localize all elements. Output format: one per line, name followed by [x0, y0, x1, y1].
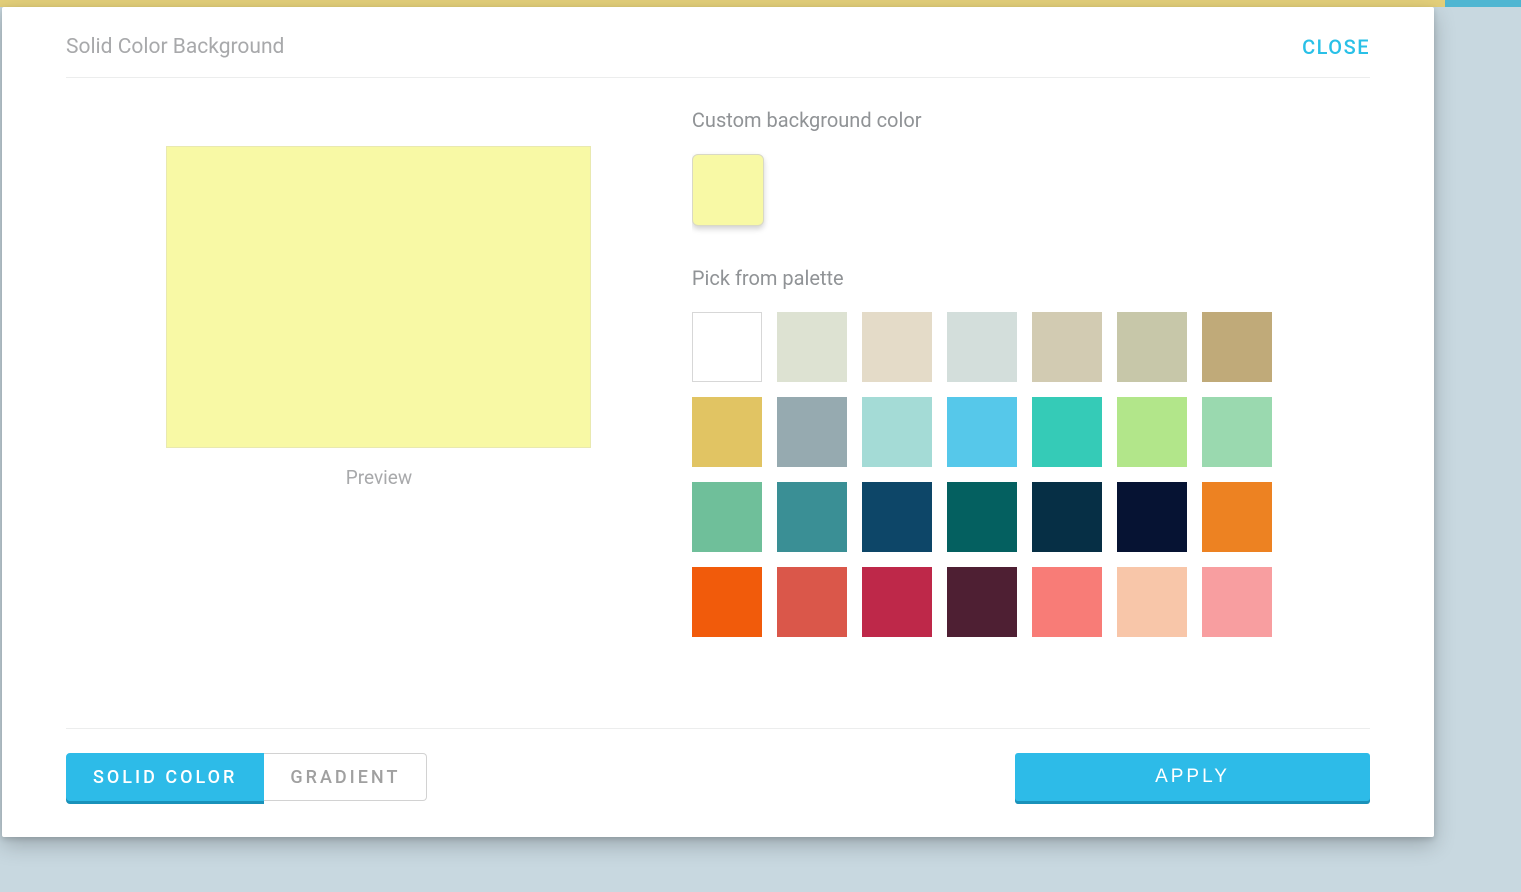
- custom-color-swatch[interactable]: [692, 154, 764, 226]
- palette-swatch[interactable]: [947, 567, 1017, 637]
- palette-swatch[interactable]: [1117, 397, 1187, 467]
- options-column[interactable]: Custom background color Pick from palett…: [692, 98, 1370, 728]
- custom-color-label: Custom background color: [692, 108, 1358, 132]
- palette-swatch[interactable]: [1117, 312, 1187, 382]
- palette-swatch[interactable]: [862, 312, 932, 382]
- palette-swatch[interactable]: [1202, 567, 1272, 637]
- palette-label: Pick from palette: [692, 266, 1358, 290]
- modal-body: Preview Custom background color Pick fro…: [2, 78, 1434, 728]
- palette-swatch[interactable]: [777, 482, 847, 552]
- palette-swatch[interactable]: [1117, 567, 1187, 637]
- decorative-top-stripe: [0, 0, 1521, 7]
- modal-title: Solid Color Background: [66, 35, 284, 59]
- preview-label: Preview: [346, 466, 412, 489]
- modal-header: Solid Color Background CLOSE: [2, 7, 1434, 77]
- palette-swatch[interactable]: [777, 312, 847, 382]
- palette-swatch[interactable]: [1202, 482, 1272, 552]
- palette-swatch[interactable]: [777, 397, 847, 467]
- palette-swatch[interactable]: [1032, 312, 1102, 382]
- apply-button[interactable]: APPLY: [1015, 753, 1370, 801]
- palette-swatch[interactable]: [947, 482, 1017, 552]
- palette-swatch[interactable]: [862, 397, 932, 467]
- palette-swatch[interactable]: [862, 482, 932, 552]
- palette-swatch[interactable]: [1117, 482, 1187, 552]
- mode-toggle: SOLID COLOR GRADIENT: [66, 753, 427, 801]
- palette-swatch[interactable]: [692, 312, 762, 382]
- gradient-tab[interactable]: GRADIENT: [264, 753, 427, 801]
- palette-swatch[interactable]: [692, 482, 762, 552]
- solid-color-tab[interactable]: SOLID COLOR: [66, 753, 264, 801]
- palette-swatch[interactable]: [1032, 567, 1102, 637]
- palette-swatch[interactable]: [947, 312, 1017, 382]
- palette-swatch[interactable]: [692, 567, 762, 637]
- palette-swatch[interactable]: [1032, 482, 1102, 552]
- palette-grid: [692, 312, 1358, 637]
- palette-swatch[interactable]: [777, 567, 847, 637]
- background-picker-modal: Solid Color Background CLOSE Preview Cus…: [2, 7, 1434, 837]
- palette-swatch[interactable]: [862, 567, 932, 637]
- palette-swatch[interactable]: [1202, 397, 1272, 467]
- modal-footer: SOLID COLOR GRADIENT APPLY: [2, 729, 1434, 837]
- palette-swatch[interactable]: [692, 397, 762, 467]
- preview-column: Preview: [66, 98, 692, 728]
- palette-swatch[interactable]: [1202, 312, 1272, 382]
- palette-swatch[interactable]: [947, 397, 1017, 467]
- palette-swatch[interactable]: [1032, 397, 1102, 467]
- preview-swatch: [166, 146, 591, 448]
- close-button[interactable]: CLOSE: [1302, 35, 1370, 59]
